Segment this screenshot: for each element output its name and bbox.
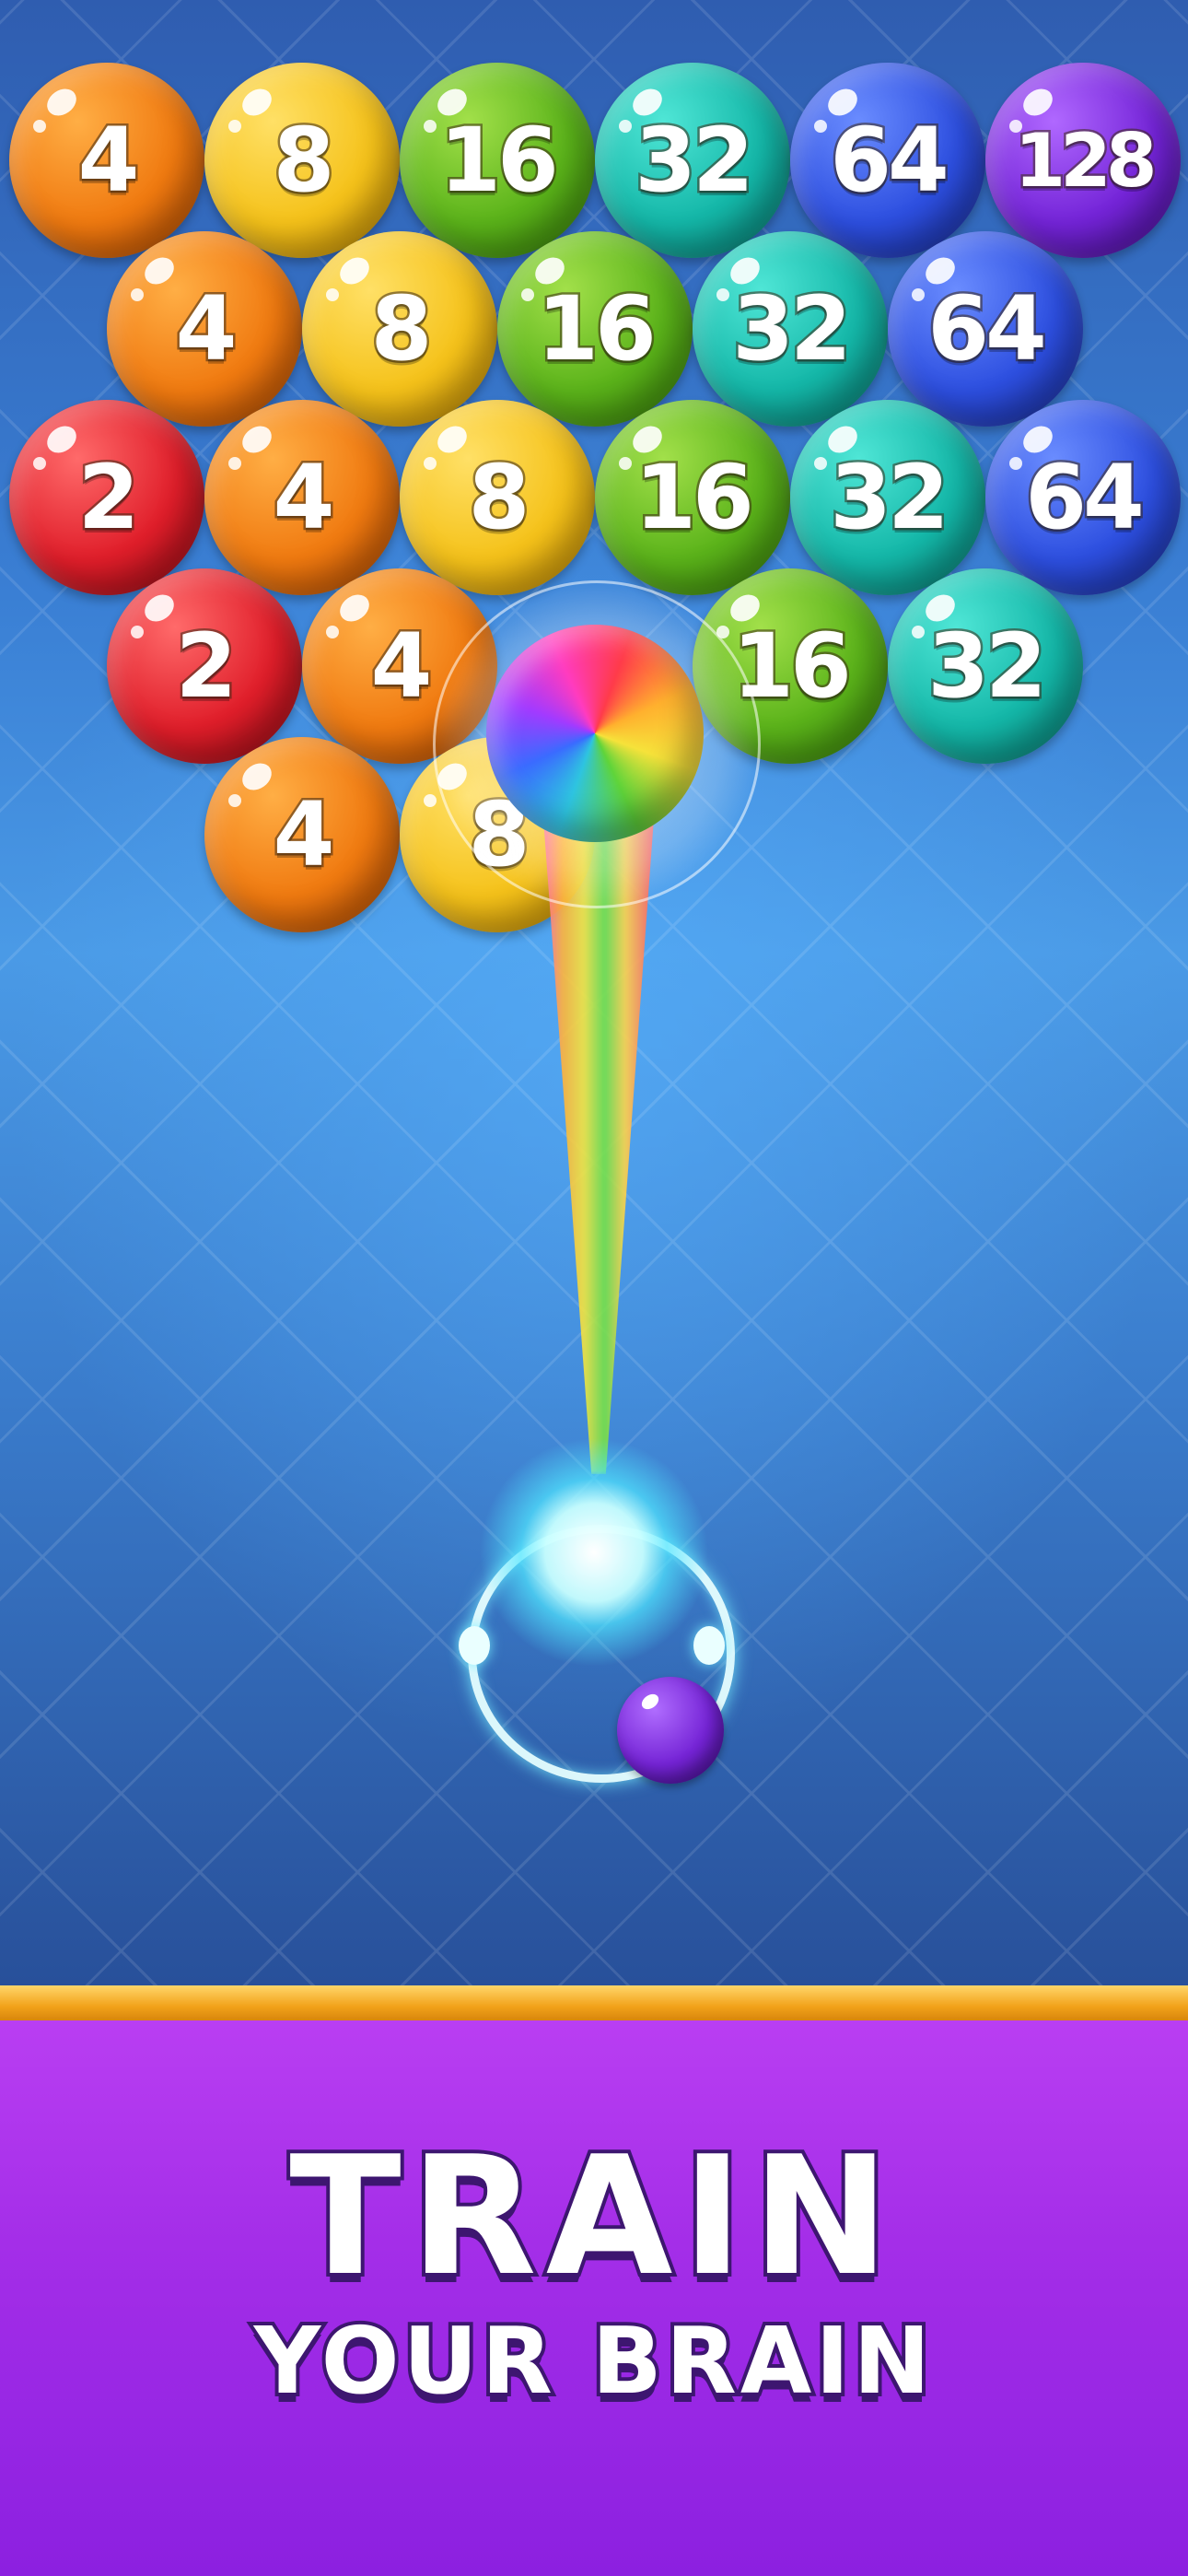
next-ball[interactable] — [617, 1677, 724, 1784]
bubble-value: 64 — [1023, 444, 1147, 552]
bubble-value: 16 — [535, 275, 659, 383]
promo-banner: TRAIN YOUR BRAIN — [0, 2020, 1188, 2576]
bubble-value: 32 — [828, 444, 952, 552]
bubble-2-red: 2 — [9, 400, 204, 595]
bubble-64-blue: 64 — [985, 400, 1181, 595]
bubble-value: 4 — [368, 613, 435, 720]
bubble-value: 8 — [466, 444, 532, 552]
bubble-value: 2 — [76, 444, 142, 552]
bubble-64-blue: 64 — [888, 231, 1083, 427]
ring-node-right — [693, 1626, 725, 1665]
bubble-value: 16 — [437, 107, 562, 215]
headline-train: TRAIN — [285, 2121, 899, 2312]
bubble-8-yellow: 8 — [302, 231, 497, 427]
rainbow-ball — [486, 625, 704, 842]
bubble-4-orange: 4 — [9, 63, 204, 258]
game-board[interactable]: 481632641284816326424816326424163248 — [0, 0, 1188, 1985]
bubble-16-green: 16 — [595, 400, 790, 595]
bubble-value: 4 — [173, 275, 239, 383]
bubble-value: 4 — [271, 444, 337, 552]
bubble-value: 8 — [368, 275, 435, 383]
bubble-value: 8 — [271, 107, 337, 215]
bubble-32-teal: 32 — [888, 568, 1083, 764]
bubble-32-teal: 32 — [790, 400, 985, 595]
bubble-128-purple: 128 — [985, 63, 1181, 258]
bubble-value: 32 — [633, 107, 757, 215]
bubble-value: 64 — [926, 275, 1050, 383]
bubble-value: 64 — [828, 107, 952, 215]
bubble-32-teal: 32 — [595, 63, 790, 258]
banner-border — [0, 1985, 1188, 2020]
bubble-8-yellow: 8 — [204, 63, 400, 258]
bubble-value: 128 — [1012, 115, 1159, 205]
bubble-4-orange: 4 — [107, 231, 302, 427]
bubble-value: 32 — [926, 613, 1050, 720]
shooter-ball[interactable] — [479, 1437, 709, 1668]
bubble-16-green: 16 — [400, 63, 595, 258]
bubble-value: 16 — [633, 444, 757, 552]
ring-node-left — [459, 1626, 490, 1665]
bubble-2-red: 2 — [107, 568, 302, 764]
bubble-value: 4 — [271, 781, 337, 889]
bubble-4-orange: 4 — [204, 400, 400, 595]
bubble-32-teal: 32 — [693, 231, 888, 427]
bubble-value: 32 — [730, 275, 855, 383]
bubble-64-blue: 64 — [790, 63, 985, 258]
bubble-16-green: 16 — [497, 231, 693, 427]
bubble-8-yellow: 8 — [400, 400, 595, 595]
headline-your-brain: YOUR BRAIN — [250, 2307, 935, 2415]
bubble-value: 2 — [173, 613, 239, 720]
bubble-4-orange: 4 — [204, 737, 400, 932]
bubble-value: 4 — [76, 107, 142, 215]
